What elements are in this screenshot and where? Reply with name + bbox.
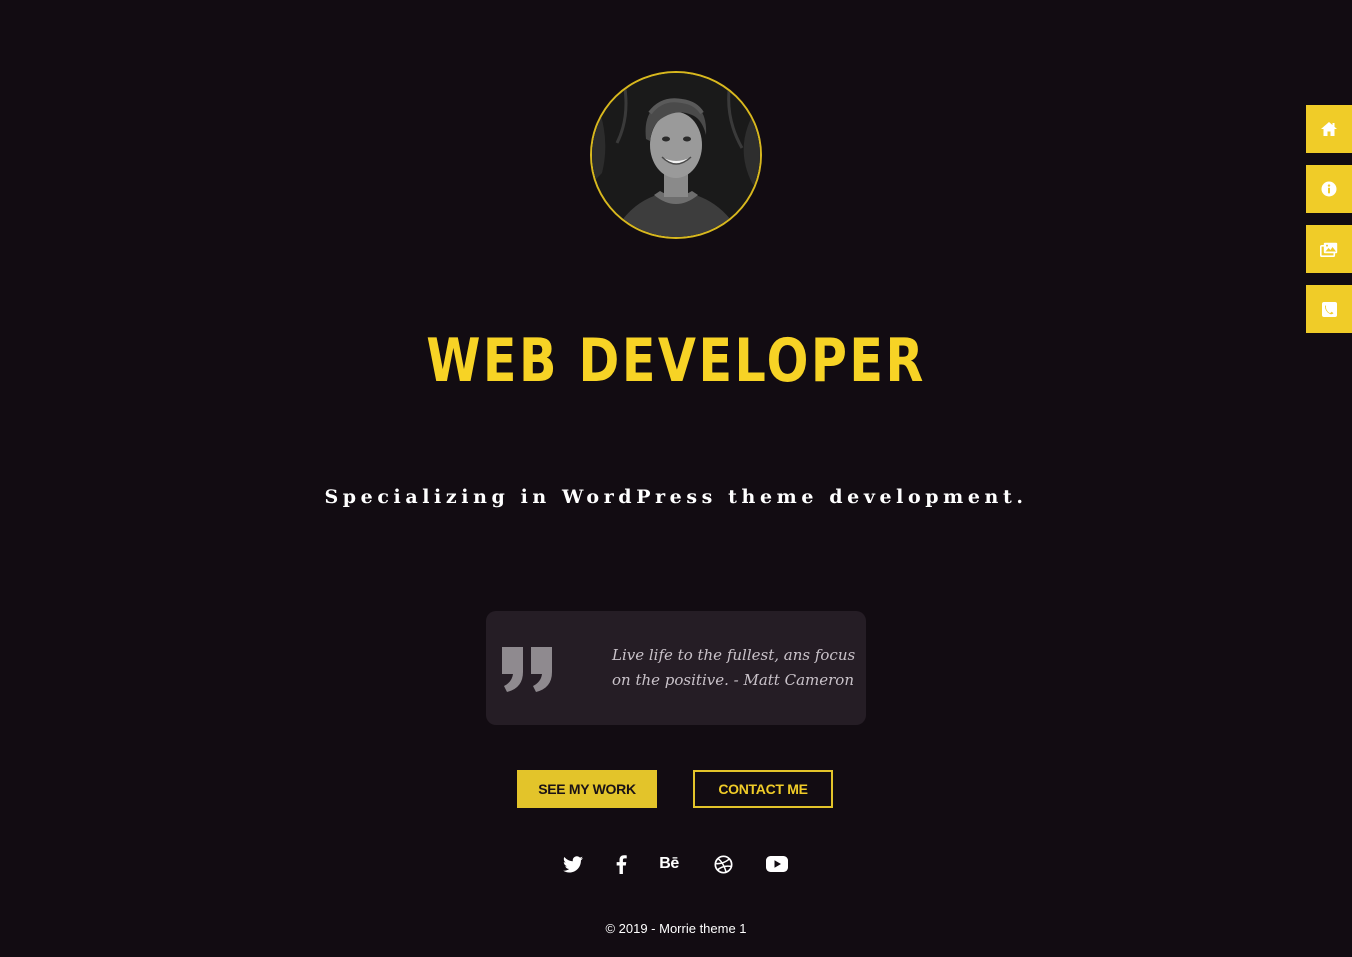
side-nav-contact[interactable] xyxy=(1306,285,1352,333)
twitter-icon[interactable] xyxy=(561,852,585,876)
footer-copyright: © 2019 - Morrie theme 1 xyxy=(605,921,747,936)
quote-text: Live life to the fullest, ans focus on t… xyxy=(612,646,856,689)
youtube-icon[interactable] xyxy=(765,852,789,876)
page: WEB DEVELOPER Specializing in WordPress … xyxy=(0,0,1352,957)
avatar-photo xyxy=(592,73,760,237)
behance-icon[interactable]: Bē xyxy=(657,852,681,876)
facebook-icon[interactable] xyxy=(609,852,633,876)
avatar xyxy=(590,71,762,239)
quote-icon xyxy=(499,644,557,699)
side-nav xyxy=(1306,105,1352,345)
quote-box: Live life to the fullest, ans focus on t… xyxy=(486,611,866,725)
side-nav-about[interactable] xyxy=(1306,165,1352,213)
contact-icon xyxy=(1321,301,1337,317)
side-nav-portfolio[interactable] xyxy=(1306,225,1352,273)
social-links: Bē xyxy=(0,852,1352,876)
gallery-icon xyxy=(1320,242,1338,257)
page-title: WEB DEVELOPER xyxy=(426,326,926,396)
see-my-work-button[interactable]: SEE MY WORK xyxy=(517,770,657,808)
contact-me-button[interactable]: CONTACT ME xyxy=(693,770,833,808)
dribbble-icon[interactable] xyxy=(711,852,735,876)
side-nav-home[interactable] xyxy=(1306,105,1352,153)
subtitle: Specializing in WordPress theme developm… xyxy=(324,486,1028,508)
home-icon xyxy=(1321,122,1337,136)
info-icon xyxy=(1321,181,1337,197)
